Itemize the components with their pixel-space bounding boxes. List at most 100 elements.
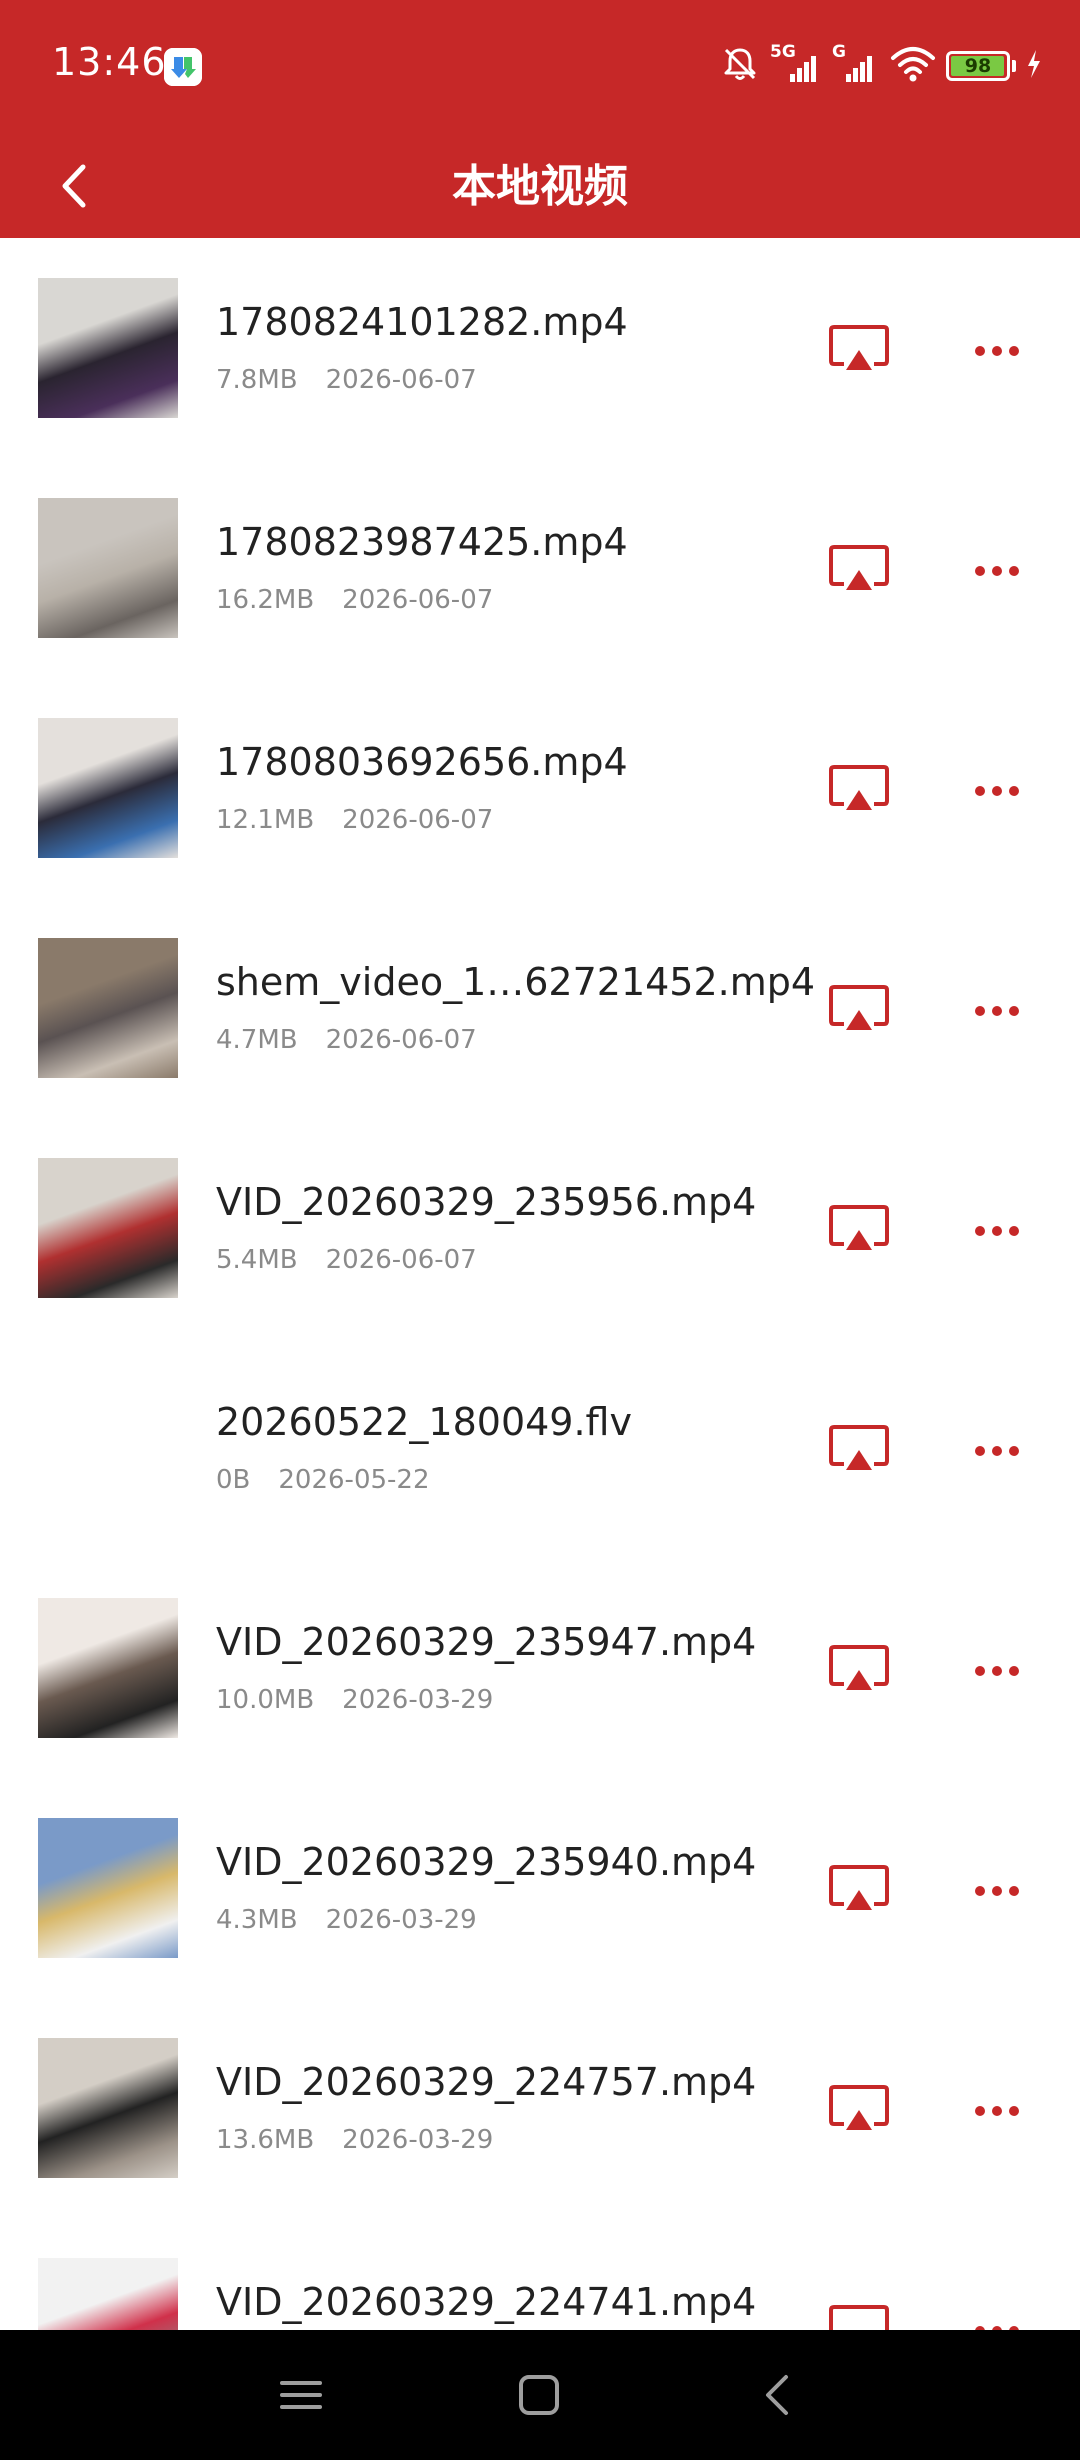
video-thumbnail bbox=[38, 938, 178, 1078]
page-title: 本地视频 bbox=[452, 161, 628, 212]
screen-cast-icon bbox=[829, 1865, 889, 1910]
cast-button[interactable] bbox=[828, 1864, 890, 1918]
video-list-item[interactable]: VID_20260329_224741.mp4 bbox=[0, 2218, 1080, 2330]
more-options-button[interactable] bbox=[966, 544, 1028, 598]
cast-button[interactable] bbox=[828, 2084, 890, 2138]
battery-icon: 98 bbox=[946, 51, 1010, 81]
more-options-button[interactable] bbox=[966, 1204, 1028, 1258]
cast-button[interactable] bbox=[828, 1424, 890, 1478]
video-list-item[interactable]: VID_20260329_235940.mp4 4.3MB 2026-03-29 bbox=[0, 1778, 1080, 1998]
video-file-size: 7.8MB bbox=[216, 365, 298, 395]
video-file-name: 1780803692656.mp4 bbox=[216, 740, 628, 784]
charging-bolt-icon bbox=[1026, 49, 1042, 83]
video-file-date: 2026-06-07 bbox=[325, 1025, 477, 1055]
video-list-item[interactable]: 1780824101282.mp4 7.8MB 2026-06-07 bbox=[0, 238, 1080, 458]
video-file-size: 0B bbox=[216, 1465, 251, 1495]
video-file-meta: 0B 2026-05-22 bbox=[216, 1465, 430, 1495]
video-list-item[interactable]: VID_20260329_235947.mp4 10.0MB 2026-03-29 bbox=[0, 1558, 1080, 1778]
home-button[interactable] bbox=[509, 2365, 569, 2425]
screen-cast-icon bbox=[829, 2085, 889, 2130]
app-header: 13:46 5G G 98 本地视频 bbox=[0, 0, 1080, 238]
video-file-name: VID_20260329_224757.mp4 bbox=[216, 2060, 757, 2104]
screen-cast-icon bbox=[829, 1205, 889, 1250]
video-file-meta: 16.2MB 2026-06-07 bbox=[216, 585, 493, 615]
video-list-item[interactable]: 20260522_180049.flv 0B 2026-05-22 bbox=[0, 1338, 1080, 1558]
back-nav-button[interactable] bbox=[748, 2365, 808, 2425]
video-file-name: VID_20260329_224741.mp4 bbox=[216, 2280, 757, 2324]
video-list-item[interactable]: VID_20260329_224757.mp4 13.6MB 2026-03-29 bbox=[0, 1998, 1080, 2218]
cast-button[interactable] bbox=[828, 984, 890, 1038]
more-dots-icon bbox=[975, 1446, 1019, 1456]
video-file-date: 2026-03-29 bbox=[325, 1905, 477, 1935]
more-options-button[interactable] bbox=[966, 324, 1028, 378]
video-file-date: 2026-06-07 bbox=[342, 585, 494, 615]
video-file-size: 10.0MB bbox=[216, 1685, 315, 1715]
video-file-name: VID_20260329_235956.mp4 bbox=[216, 1180, 757, 1224]
video-file-date: 2026-05-22 bbox=[278, 1465, 430, 1495]
video-list-item[interactable]: 1780823987425.mp4 16.2MB 2026-06-07 bbox=[0, 458, 1080, 678]
cast-button[interactable] bbox=[828, 544, 890, 598]
video-list-item[interactable]: 1780803692656.mp4 12.1MB 2026-06-07 bbox=[0, 678, 1080, 898]
video-thumbnail bbox=[38, 2038, 178, 2178]
back-button[interactable] bbox=[40, 151, 110, 221]
screen-cast-icon bbox=[829, 2305, 889, 2330]
video-list-item[interactable]: VID_20260329_235956.mp4 5.4MB 2026-06-07 bbox=[0, 1118, 1080, 1338]
video-file-name: VID_20260329_235947.mp4 bbox=[216, 1620, 757, 1664]
video-file-meta: 4.3MB 2026-03-29 bbox=[216, 1905, 477, 1935]
video-file-date: 2026-06-07 bbox=[325, 365, 477, 395]
status-icons: 5G G 98 bbox=[720, 42, 1042, 88]
cast-button[interactable] bbox=[828, 2304, 890, 2330]
more-options-button[interactable] bbox=[966, 1864, 1028, 1918]
status-bar: 13:46 5G G 98 bbox=[0, 0, 1080, 135]
video-file-date: 2026-06-07 bbox=[342, 805, 494, 835]
video-list: 1780824101282.mp4 7.8MB 2026-06-07 178082… bbox=[0, 238, 1080, 2330]
menu-icon bbox=[280, 2381, 322, 2409]
more-dots-icon bbox=[975, 566, 1019, 576]
battery-cap bbox=[1012, 60, 1016, 72]
more-options-button[interactable] bbox=[966, 984, 1028, 1038]
video-thumbnail bbox=[38, 1598, 178, 1738]
system-nav-bar bbox=[0, 2330, 1080, 2460]
screen-cast-icon bbox=[829, 545, 889, 590]
more-dots-icon bbox=[975, 1886, 1019, 1896]
menu-button[interactable] bbox=[271, 2365, 331, 2425]
screen-cast-icon bbox=[829, 325, 889, 370]
video-file-size: 4.7MB bbox=[216, 1025, 298, 1055]
video-list-item[interactable]: shem_video_1…62721452.mp4 4.7MB 2026-06-0… bbox=[0, 898, 1080, 1118]
screen-cast-icon bbox=[829, 985, 889, 1030]
video-file-size: 12.1MB bbox=[216, 805, 315, 835]
video-file-meta: 7.8MB 2026-06-07 bbox=[216, 365, 477, 395]
video-file-meta: 4.7MB 2026-06-07 bbox=[216, 1025, 477, 1055]
video-thumbnail bbox=[38, 278, 178, 418]
more-options-button[interactable] bbox=[966, 1424, 1028, 1478]
app-download-icon bbox=[164, 48, 202, 86]
more-options-button[interactable] bbox=[966, 764, 1028, 818]
home-icon bbox=[519, 2375, 559, 2415]
video-file-date: 2026-03-29 bbox=[342, 2125, 494, 2155]
more-options-button[interactable] bbox=[966, 2304, 1028, 2330]
video-file-size: 4.3MB bbox=[216, 1905, 298, 1935]
more-dots-icon bbox=[975, 346, 1019, 356]
title-bar: 本地视频 bbox=[0, 135, 1080, 238]
mute-bell-icon bbox=[720, 44, 760, 88]
more-options-button[interactable] bbox=[966, 1644, 1028, 1698]
more-dots-icon bbox=[975, 1006, 1019, 1016]
screen-cast-icon bbox=[829, 1425, 889, 1470]
cast-button[interactable] bbox=[828, 1644, 890, 1698]
status-time: 13:46 bbox=[52, 40, 167, 84]
signal-g-icon: G bbox=[830, 42, 880, 86]
video-file-size: 16.2MB bbox=[216, 585, 315, 615]
cast-button[interactable] bbox=[828, 764, 890, 818]
video-thumbnail bbox=[38, 1158, 178, 1298]
back-icon bbox=[766, 2375, 788, 2415]
chevron-left-icon bbox=[62, 164, 86, 208]
video-file-date: 2026-03-29 bbox=[342, 1685, 494, 1715]
cast-button[interactable] bbox=[828, 1204, 890, 1258]
video-file-name: 1780824101282.mp4 bbox=[216, 300, 628, 344]
video-file-date: 2026-06-07 bbox=[325, 1245, 477, 1275]
video-thumbnail bbox=[38, 1378, 178, 1518]
battery-level: 98 bbox=[964, 55, 992, 77]
video-thumbnail bbox=[38, 1818, 178, 1958]
cast-button[interactable] bbox=[828, 324, 890, 378]
more-options-button[interactable] bbox=[966, 2084, 1028, 2138]
